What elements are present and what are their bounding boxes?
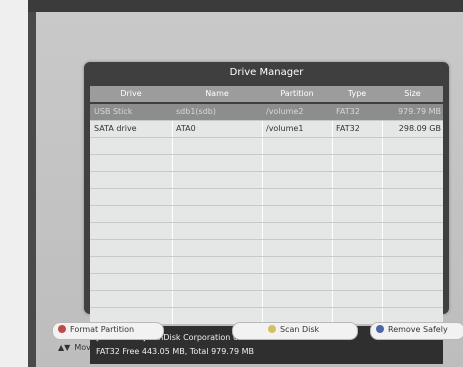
column-partition: Partition — [280, 89, 314, 98]
remote-key-legend: Format Partition ▲▼ Move Scan Disk Remove… — [36, 318, 463, 360]
column-type: Type — [347, 89, 367, 98]
drive-row-sata-drive[interactable]: SATA drive ATA0 /volume1 FAT32 298.09 GB — [90, 121, 443, 138]
empty-row — [90, 138, 443, 155]
empty-row — [90, 240, 443, 257]
move-action: ▲▼ Move — [58, 342, 96, 354]
screen-bezel-left — [0, 0, 28, 367]
partition-cell: /volume2 — [266, 107, 304, 116]
drive-manager-dialog: Drive Manager Drive Name Partition Type … — [84, 62, 449, 364]
name-cell: sdb1(sdb) — [176, 107, 216, 116]
empty-row — [90, 274, 443, 291]
format-partition-action[interactable]: Format Partition — [58, 324, 134, 336]
table-header: Drive Name Partition Type Size — [90, 86, 443, 102]
scan-disk-label: Scan Disk — [280, 325, 320, 334]
type-cell: FAT32 — [336, 107, 360, 116]
remove-safely-action[interactable]: Remove Safely — [376, 324, 448, 336]
scan-disk-action[interactable]: Scan Disk — [268, 324, 319, 336]
blue-key-icon — [376, 325, 384, 333]
name-cell: ATA0 — [176, 124, 196, 133]
yellow-key-icon — [268, 325, 276, 333]
column-drive: Drive — [120, 89, 142, 98]
drive-row-usb-stick[interactable]: USB Stick sdb1(sdb) /volume2 FAT32 979.7… — [90, 104, 443, 121]
dialog-title: Drive Manager — [229, 67, 304, 78]
navigation-arrows-icon: ▲▼ — [58, 343, 71, 352]
move-label: Move — [74, 343, 96, 352]
empty-row — [90, 206, 443, 223]
red-key-icon — [58, 325, 66, 333]
empty-row — [90, 291, 443, 308]
partition-cell: /volume1 — [266, 124, 304, 133]
empty-row — [90, 223, 443, 240]
format-partition-label: Format Partition — [70, 325, 135, 334]
remove-safely-label: Remove Safely — [388, 325, 448, 334]
drive-cell: USB Stick — [94, 107, 133, 116]
size-cell: 298.09 GB — [398, 124, 441, 133]
empty-row — [90, 155, 443, 172]
size-cell: 979.79 MB — [398, 107, 441, 116]
empty-row — [90, 189, 443, 206]
column-name: Name — [205, 89, 229, 98]
drive-list: USB Stick sdb1(sdb) /volume2 FAT32 979.7… — [90, 104, 443, 324]
screen-bezel-top — [0, 0, 463, 12]
drive-cell: SATA drive — [94, 124, 137, 133]
empty-row — [90, 172, 443, 189]
type-cell: FAT32 — [336, 124, 360, 133]
screen-bezel-left-inner — [28, 12, 36, 367]
column-size: Size — [404, 89, 421, 98]
empty-row — [90, 257, 443, 274]
